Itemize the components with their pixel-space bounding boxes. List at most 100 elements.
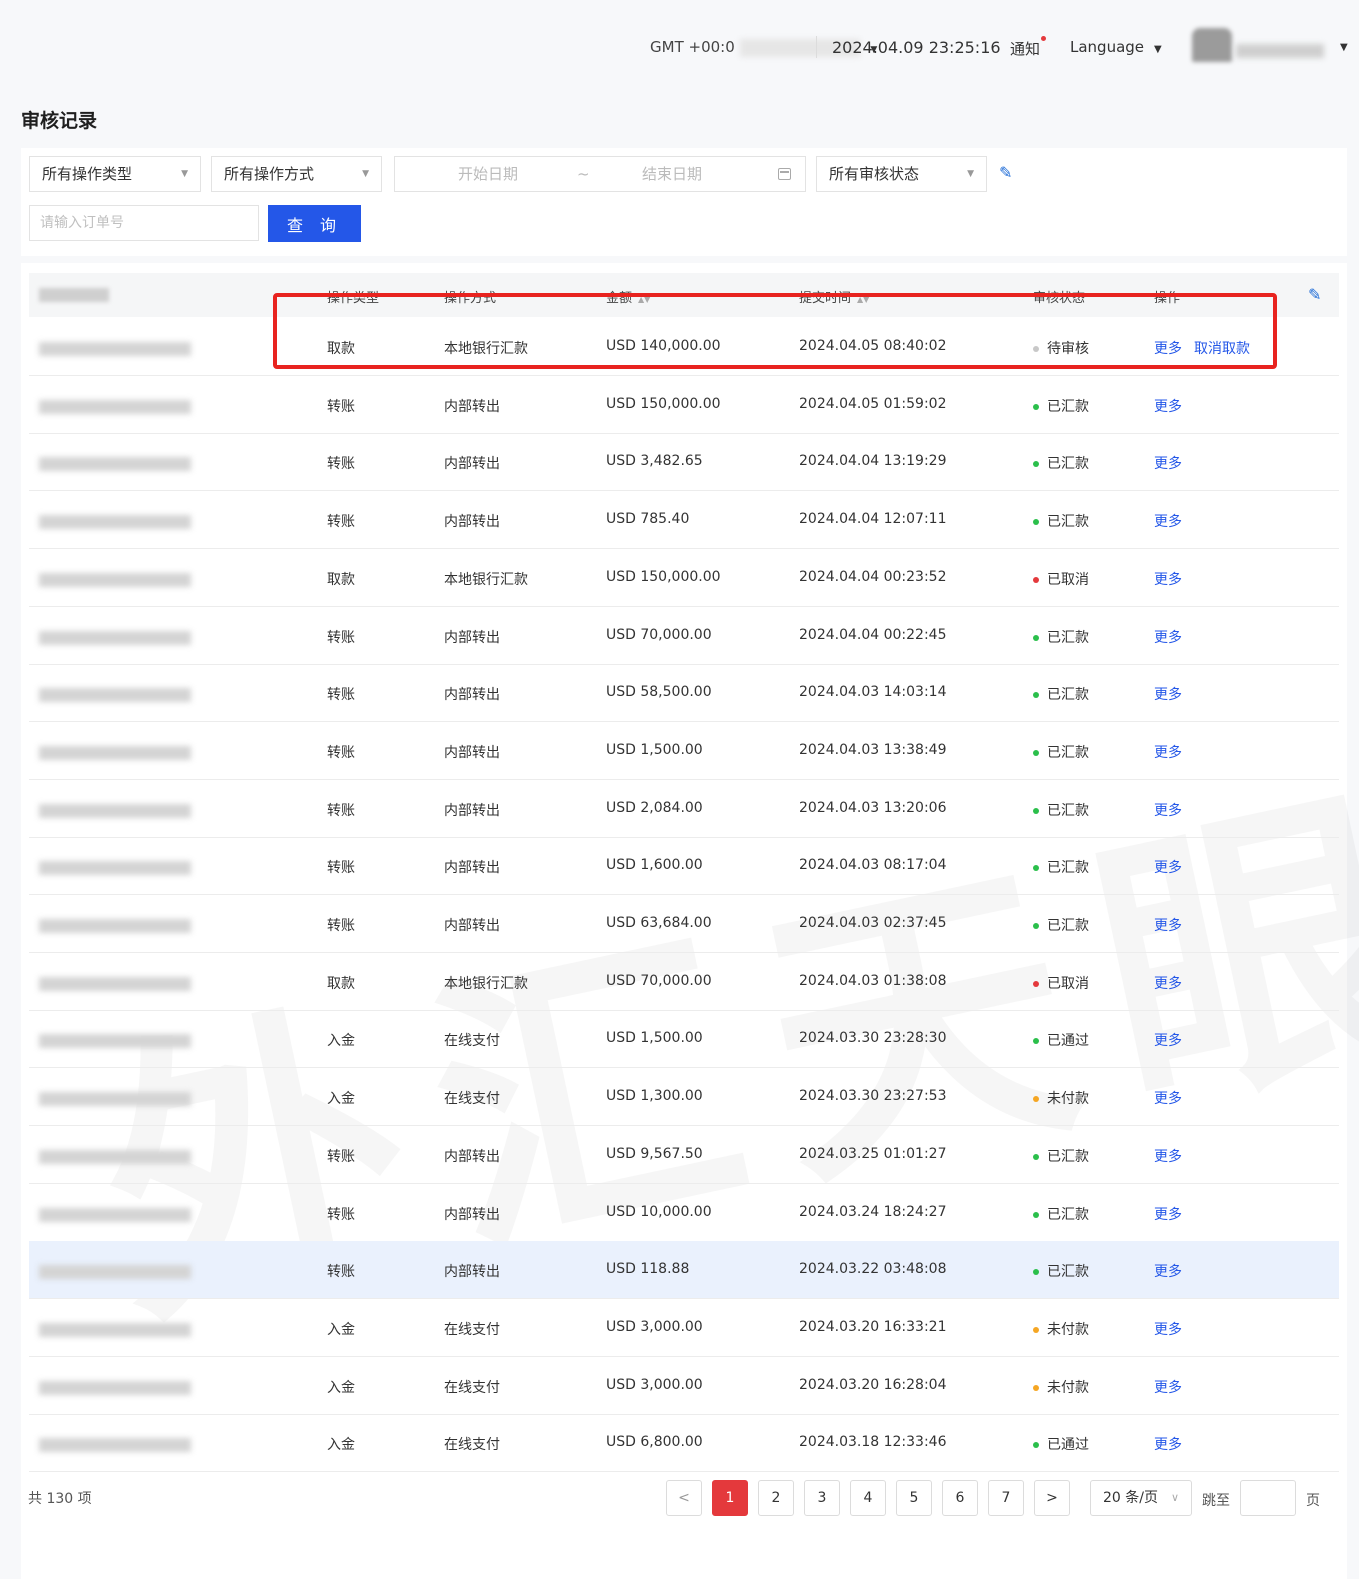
- more-link[interactable]: 更多: [1154, 511, 1182, 531]
- more-link[interactable]: 更多: [1154, 1434, 1182, 1454]
- submit-time-cell: 2024.03.24 18:24:27: [799, 1203, 947, 1220]
- query-button[interactable]: 查 询: [268, 205, 361, 242]
- prev-page-button[interactable]: <: [666, 1480, 702, 1516]
- language-label: Language: [1070, 38, 1145, 56]
- date-range-picker[interactable]: 开始日期 ~ 结束日期: [394, 156, 806, 192]
- operation-method-cell: 本地银行汇款: [444, 975, 528, 992]
- amount-cell: USD 1,300.00: [606, 1088, 703, 1105]
- page-button-4[interactable]: 4: [850, 1480, 886, 1516]
- submit-time-cell: 2024.03.30 23:28:30: [799, 1030, 947, 1047]
- account-redacted: [39, 976, 191, 991]
- more-link[interactable]: 更多: [1154, 1030, 1182, 1050]
- end-date-input[interactable]: 结束日期: [642, 157, 702, 191]
- order-number-input[interactable]: [29, 205, 259, 241]
- operation-method-cell: 内部转出: [444, 802, 500, 819]
- review-status-select[interactable]: 所有审核状态 ▼: [816, 156, 987, 192]
- page-button-2[interactable]: 2: [758, 1480, 794, 1516]
- submit-time-cell: 2024.04.05 01:59:02: [799, 395, 947, 412]
- status-dot-icon: [1033, 692, 1039, 699]
- operation-method-cell: 在线支付: [444, 1033, 500, 1050]
- amount-cell: USD 1,600.00: [606, 857, 703, 874]
- edit-columns-icon[interactable]: ✎: [1308, 287, 1324, 303]
- operation-type-cell: 转账: [327, 398, 355, 415]
- more-link[interactable]: 更多: [1154, 915, 1182, 935]
- start-date-input[interactable]: 开始日期: [458, 157, 518, 191]
- operation-type-select[interactable]: 所有操作类型 ▼: [29, 156, 201, 192]
- account-redacted: [39, 1149, 191, 1164]
- more-link[interactable]: 更多: [1154, 396, 1182, 416]
- sort-icon: ▲▼: [638, 295, 651, 304]
- goto-label: 跳至: [1202, 1493, 1230, 1509]
- submit-time-cell: 2024.04.03 13:20:06: [799, 799, 947, 816]
- page-button-1[interactable]: 1: [712, 1480, 748, 1516]
- status-dot-icon: [1033, 807, 1039, 814]
- account-redacted: [39, 745, 191, 760]
- operation-type-cell: 转账: [327, 514, 355, 531]
- page-button-6[interactable]: 6: [942, 1480, 978, 1516]
- more-link[interactable]: 更多: [1154, 684, 1182, 704]
- amount-cell: USD 10,000.00: [606, 1203, 712, 1220]
- more-link[interactable]: 更多: [1154, 627, 1182, 647]
- edit-icon[interactable]: ✎: [999, 165, 1015, 181]
- status-badge: 已通过: [1033, 1434, 1089, 1454]
- column-header-time[interactable]: 提交时间 ▲▼: [799, 287, 869, 306]
- avatar[interactable]: [1192, 28, 1232, 62]
- status-label: 未付款: [1047, 1379, 1089, 1396]
- column-header-time-label: 提交时间: [799, 291, 852, 306]
- column-header-type: 操作类型: [327, 291, 380, 306]
- page-button-3[interactable]: 3: [804, 1480, 840, 1516]
- more-link[interactable]: 更多: [1154, 569, 1182, 589]
- account-redacted: [39, 1322, 191, 1337]
- more-link[interactable]: 更多: [1154, 1204, 1182, 1224]
- language-selector[interactable]: Language ▼: [1070, 38, 1162, 56]
- notification-button[interactable]: 通知: [1010, 36, 1047, 59]
- submit-time-cell: 2024.04.04 13:19:29: [799, 453, 947, 470]
- operation-type-cell: 转账: [327, 918, 355, 934]
- amount-cell: USD 3,000.00: [606, 1376, 703, 1393]
- more-link[interactable]: 更多: [1154, 1088, 1182, 1108]
- more-link[interactable]: 更多: [1154, 857, 1182, 877]
- table-row: 转账 内部转出 USD 1,600.00 2024.04.03 08:17:04 已汇款…: [29, 837, 1339, 896]
- more-link[interactable]: 更多: [1154, 800, 1182, 820]
- table-row: 转账 内部转出 USD 9,567.50 2024.03.25 01:01:27 已汇款…: [29, 1126, 1339, 1184]
- status-dot-icon: [1033, 1269, 1039, 1276]
- cancel-withdrawal-link[interactable]: 取消取款: [1194, 338, 1250, 358]
- more-link[interactable]: 更多: [1154, 1261, 1182, 1281]
- user-menu-chevron-icon[interactable]: ▼: [1340, 42, 1348, 53]
- more-link[interactable]: 更多: [1154, 1146, 1182, 1166]
- page-button-7[interactable]: 7: [988, 1480, 1024, 1516]
- status-dot-icon: [1033, 461, 1039, 468]
- operation-method-cell: 在线支付: [444, 1091, 500, 1108]
- more-link[interactable]: 更多: [1154, 1319, 1182, 1339]
- column-header-amount[interactable]: 金额 ▲▼: [606, 287, 650, 306]
- operation-method-select[interactable]: 所有操作方式 ▼: [211, 156, 382, 192]
- status-label: 未付款: [1047, 1091, 1089, 1108]
- account-redacted: [39, 919, 191, 933]
- operation-method-cell: 内部转出: [444, 629, 500, 646]
- more-link[interactable]: 更多: [1154, 1377, 1182, 1397]
- operation-method-cell: 内部转出: [444, 456, 500, 473]
- page-size-select[interactable]: 20 条/页 ∨: [1090, 1480, 1192, 1516]
- operation-type-cell: 转账: [327, 629, 355, 646]
- status-dot-icon: [1033, 1096, 1039, 1103]
- more-link[interactable]: 更多: [1154, 338, 1182, 358]
- operation-type-cell: 转账: [327, 860, 355, 877]
- amount-cell: USD 118.88: [606, 1261, 690, 1278]
- operation-method-cell: 内部转出: [444, 744, 500, 761]
- operation-method-cell: 内部转出: [444, 918, 500, 934]
- more-link[interactable]: 更多: [1154, 453, 1182, 473]
- status-label: 已汇款: [1047, 744, 1089, 761]
- goto-page-input[interactable]: [1240, 1480, 1296, 1516]
- status-label: 已汇款: [1047, 514, 1089, 531]
- operation-type-cell: 转账: [327, 1264, 355, 1281]
- page-button-5[interactable]: 5: [896, 1480, 932, 1516]
- amount-cell: USD 3,482.65: [606, 453, 703, 470]
- more-link[interactable]: 更多: [1154, 742, 1182, 762]
- status-badge: 已汇款: [1033, 684, 1089, 704]
- next-page-button[interactable]: >: [1034, 1480, 1070, 1516]
- chevron-down-icon: ▼: [967, 169, 974, 179]
- status-label: 已汇款: [1047, 1206, 1089, 1223]
- amount-cell: USD 3,000.00: [606, 1318, 703, 1335]
- more-link[interactable]: 更多: [1154, 973, 1182, 993]
- account-redacted: [39, 515, 191, 530]
